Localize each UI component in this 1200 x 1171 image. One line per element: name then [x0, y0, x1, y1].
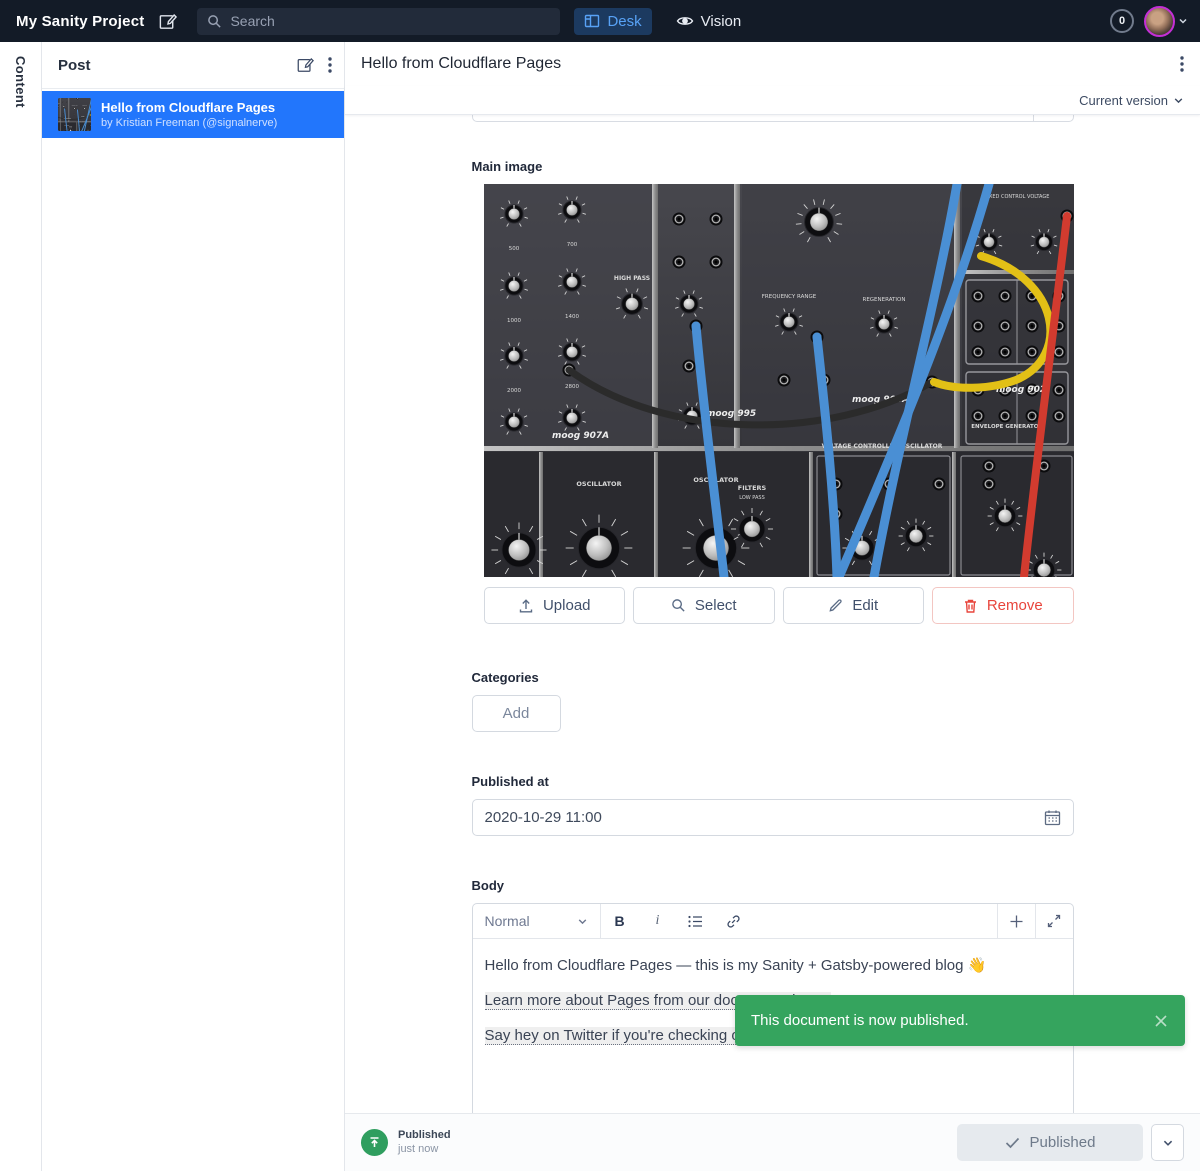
publish-arrow-icon	[368, 1136, 381, 1149]
chevron-down-icon	[1173, 95, 1184, 106]
slug-field-partial[interactable]	[472, 115, 1074, 122]
field-label: Main image	[472, 159, 1074, 174]
tab-content[interactable]: Content	[13, 56, 28, 1171]
field-categories: Categories Add	[472, 670, 1074, 732]
insert-block-button[interactable]	[997, 904, 1035, 938]
body-paragraph: Hello from Cloudflare Pages — this is my…	[485, 955, 1061, 977]
status-title: Published	[398, 1129, 451, 1142]
editor-toolbar: Normal B i	[473, 904, 1073, 939]
top-navbar: My Sanity Project Search Desk Vision 0	[0, 0, 1200, 42]
document-pane: Hello from Cloudflare Pages Current vers…	[345, 42, 1200, 1171]
compose-icon	[158, 12, 177, 31]
main-image-preview	[484, 184, 1074, 577]
bullet-list-button[interactable]	[677, 904, 715, 938]
tab-desk-label: Desk	[607, 13, 641, 30]
panel-title: Post	[58, 57, 282, 74]
link-icon	[726, 914, 741, 929]
project-title: My Sanity Project	[16, 13, 144, 30]
published-at-input[interactable]: 2020-10-29 11:00	[472, 799, 1074, 836]
text-style-select[interactable]: Normal	[473, 904, 601, 938]
overflow-menu-icon	[1180, 56, 1184, 72]
list-item-post[interactable]: Hello from Cloudflare Pages by Kristian …	[42, 91, 344, 138]
new-document-button[interactable]	[296, 56, 314, 74]
calendar-icon[interactable]	[1044, 809, 1061, 826]
check-icon	[1005, 1137, 1020, 1149]
user-menu[interactable]	[1144, 6, 1188, 37]
tab-vision-label: Vision	[701, 13, 742, 30]
search-input[interactable]: Search	[197, 8, 560, 35]
search-placeholder: Search	[230, 13, 274, 29]
eye-icon	[676, 12, 694, 30]
field-main-image: Main image Upload	[472, 159, 1074, 624]
publish-button[interactable]: Published	[957, 1124, 1143, 1161]
document-menu-button[interactable]	[1174, 50, 1190, 78]
select-button[interactable]: Select	[633, 587, 775, 624]
toast-message: This document is now published.	[751, 1012, 1153, 1029]
bullet-list-icon	[688, 915, 703, 928]
publish-toast: This document is now published.	[735, 995, 1185, 1046]
add-category-button[interactable]: Add	[472, 695, 561, 732]
chevron-down-icon	[1162, 1137, 1174, 1149]
compose-button[interactable]	[158, 12, 177, 31]
link-button[interactable]	[715, 904, 753, 938]
panel-menu-button[interactable]	[328, 57, 332, 73]
list-item-title: Hello from Cloudflare Pages	[101, 100, 277, 116]
notification-badge[interactable]: 0	[1110, 9, 1134, 33]
edit-button[interactable]: Edit	[783, 587, 925, 624]
field-label: Body	[472, 878, 1074, 893]
status-timestamp: just now	[398, 1143, 451, 1156]
form-scroll-area[interactable]: Main image Upload	[345, 115, 1200, 1113]
tab-vision[interactable]: Vision	[666, 7, 752, 35]
chevron-down-icon	[577, 916, 588, 927]
published-at-value: 2020-10-29 11:00	[485, 809, 1044, 826]
version-label: Current version	[1079, 93, 1168, 108]
field-label: Categories	[472, 670, 1074, 685]
upload-button[interactable]: Upload	[484, 587, 626, 624]
close-icon[interactable]	[1153, 1013, 1169, 1029]
trash-icon	[963, 598, 978, 614]
bold-button[interactable]: B	[601, 904, 639, 938]
field-label: Published at	[472, 774, 1074, 789]
fullscreen-button[interactable]	[1035, 904, 1073, 938]
post-thumbnail	[58, 98, 91, 131]
publish-menu-button[interactable]	[1151, 1124, 1184, 1161]
pencil-icon	[828, 598, 843, 613]
main-image-photo	[484, 184, 1074, 577]
remove-button[interactable]: Remove	[932, 587, 1074, 624]
document-footer: Published just now Published	[345, 1113, 1200, 1171]
content-rail: Content	[0, 42, 42, 1171]
plus-icon	[1009, 914, 1024, 929]
chevron-down-icon	[1178, 16, 1188, 26]
document-title: Hello from Cloudflare Pages	[361, 55, 1174, 73]
expand-icon	[1047, 914, 1061, 928]
italic-button[interactable]: i	[639, 904, 677, 938]
published-status-icon	[361, 1129, 388, 1156]
upload-icon	[518, 598, 534, 614]
desk-icon	[584, 13, 600, 29]
text-style-value: Normal	[485, 913, 569, 929]
field-published-at: Published at 2020-10-29 11:00	[472, 774, 1074, 836]
version-selector[interactable]: Current version	[345, 86, 1200, 115]
search-icon	[671, 598, 686, 613]
document-list-panel: Post Hello from Cloudflare Pages by Kris…	[42, 42, 345, 1171]
compose-icon	[296, 56, 314, 74]
overflow-menu-icon	[328, 57, 332, 73]
user-avatar	[1144, 6, 1175, 37]
list-item-subtitle: by Kristian Freeman (@signalnerve)	[101, 117, 277, 129]
search-icon	[207, 14, 222, 29]
tab-desk[interactable]: Desk	[574, 8, 651, 35]
